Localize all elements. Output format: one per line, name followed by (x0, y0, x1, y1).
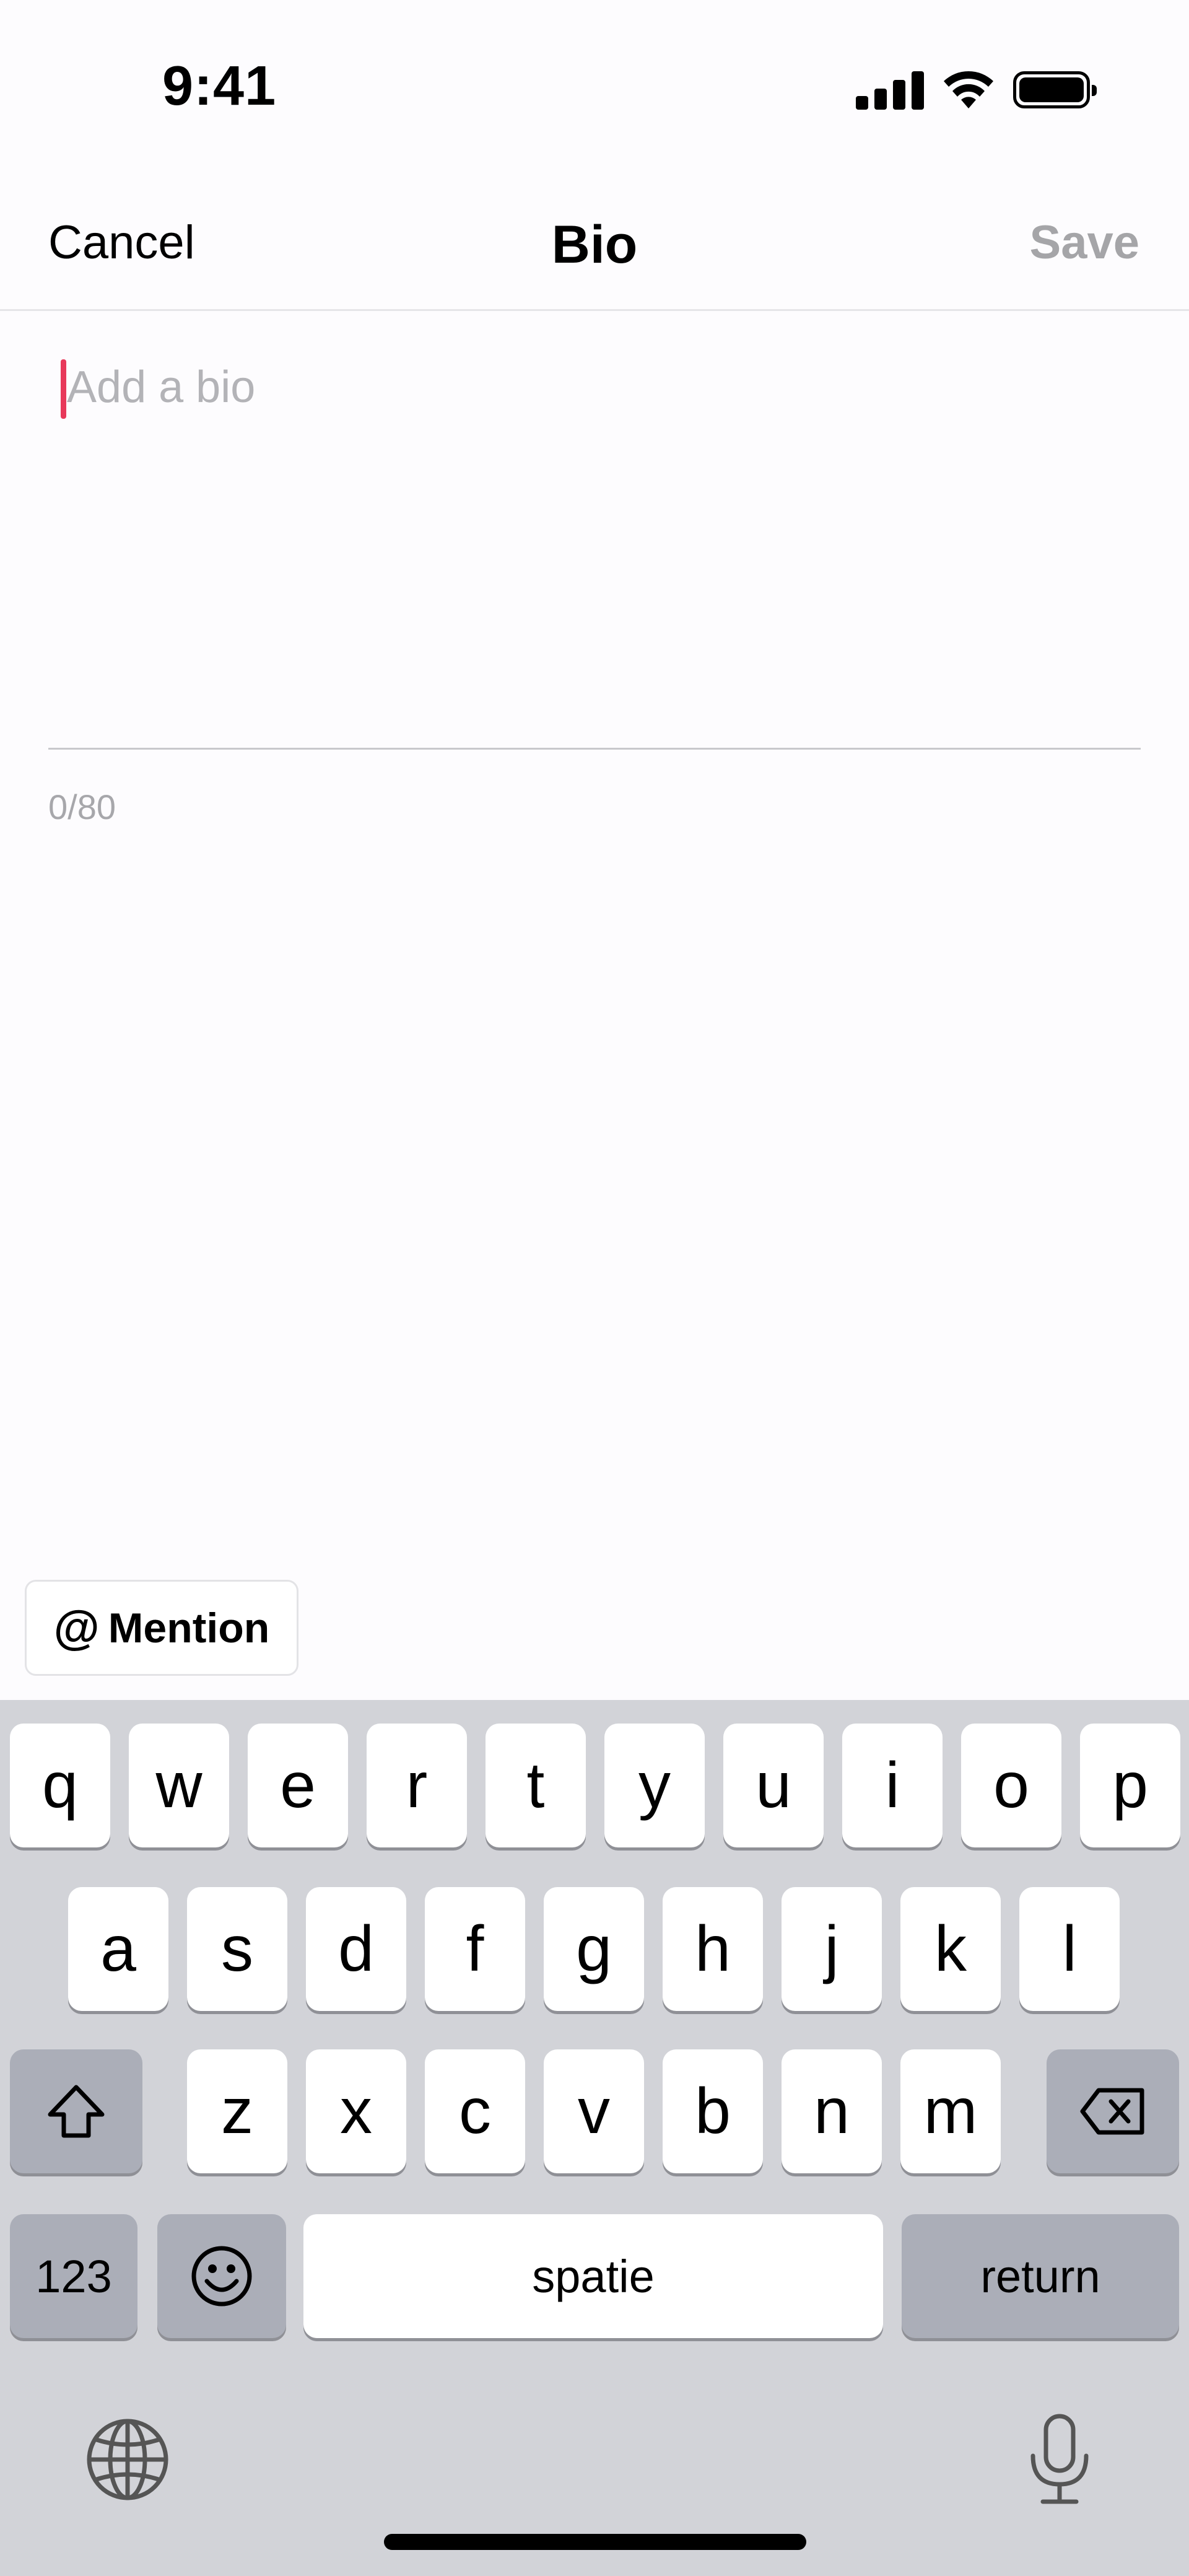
key-o[interactable]: o (961, 1724, 1061, 1847)
key-w[interactable]: w (129, 1724, 229, 1847)
key-c[interactable]: c (425, 2049, 525, 2173)
key-d[interactable]: d (306, 1887, 406, 2011)
mention-button[interactable]: @ Mention (25, 1580, 298, 1676)
emoji-key[interactable] (157, 2214, 286, 2338)
key-x[interactable]: x (306, 2049, 406, 2173)
microphone-icon[interactable] (1026, 2412, 1094, 2505)
key-g[interactable]: g (544, 1887, 644, 2011)
key-h[interactable]: h (663, 1887, 763, 2011)
backspace-icon (1080, 2088, 1144, 2135)
nav-bar: Bio Cancel Save (0, 186, 1189, 311)
battery-icon (1013, 71, 1097, 108)
mention-label: Mention (108, 1604, 270, 1652)
emoji-icon (191, 2246, 252, 2307)
status-icons (856, 68, 1097, 112)
keyboard: qwertyuiop asdfghjkl zxcvbnm 123 spatie … (0, 1700, 1189, 2576)
wifi-icon (944, 71, 993, 108)
return-key[interactable]: return (902, 2214, 1179, 2338)
home-indicator (384, 2534, 806, 2550)
key-m[interactable]: m (900, 2049, 1001, 2173)
globe-icon[interactable] (84, 2416, 171, 2503)
key-t[interactable]: t (486, 1724, 586, 1847)
key-b[interactable]: b (663, 2049, 763, 2173)
key-u[interactable]: u (723, 1724, 824, 1847)
key-v[interactable]: v (544, 2049, 644, 2173)
key-q[interactable]: q (10, 1724, 110, 1847)
key-f[interactable]: f (425, 1887, 525, 2011)
key-e[interactable]: e (248, 1724, 348, 1847)
key-j[interactable]: j (782, 1887, 882, 2011)
cancel-button[interactable]: Cancel (48, 216, 195, 269)
cellular-signal-icon (856, 70, 924, 110)
key-k[interactable]: k (900, 1887, 1001, 2011)
key-z[interactable]: z (187, 2049, 287, 2173)
save-button[interactable]: Save (1030, 216, 1140, 269)
key-a[interactable]: a (68, 1887, 168, 2011)
at-icon: @ (53, 1601, 100, 1654)
status-bar: 9:41 (0, 0, 1189, 173)
key-n[interactable]: n (782, 2049, 882, 2173)
key-i[interactable]: i (842, 1724, 943, 1847)
shift-key[interactable] (10, 2049, 142, 2173)
character-counter: 0/80 (48, 787, 116, 826)
key-p[interactable]: p (1080, 1724, 1180, 1847)
bio-input[interactable]: Add a bio (48, 347, 1141, 750)
space-key[interactable]: spatie (303, 2214, 883, 2338)
numbers-key[interactable]: 123 (10, 2214, 137, 2338)
key-s[interactable]: s (187, 1887, 287, 2011)
key-r[interactable]: r (367, 1724, 467, 1847)
key-l[interactable]: l (1019, 1887, 1120, 2011)
status-time: 9:41 (162, 55, 277, 117)
text-caret (61, 359, 66, 419)
key-y[interactable]: y (604, 1724, 705, 1847)
delete-key[interactable] (1047, 2049, 1179, 2173)
bio-placeholder: Add a bio (67, 362, 256, 412)
shift-icon (48, 2085, 105, 2138)
